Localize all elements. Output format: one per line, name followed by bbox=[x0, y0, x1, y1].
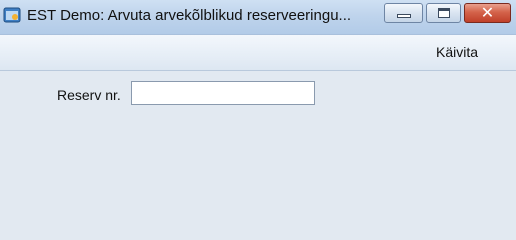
reserv-nr-input[interactable] bbox=[131, 81, 315, 105]
run-button[interactable]: Käivita bbox=[436, 44, 478, 60]
maximize-button[interactable] bbox=[426, 3, 461, 23]
reserv-nr-label: Reserv nr. bbox=[57, 87, 121, 103]
close-button[interactable]: ✕ bbox=[464, 3, 511, 23]
close-icon: ✕ bbox=[480, 3, 495, 22]
app-window-icon bbox=[3, 6, 21, 24]
title-bar: EST Demo: Arvuta arvekõlblikud reserveer… bbox=[0, 0, 516, 35]
minimize-icon bbox=[397, 14, 411, 18]
maximize-icon bbox=[438, 8, 450, 18]
toolbar: Käivita bbox=[0, 35, 516, 71]
window-title: EST Demo: Arvuta arvekõlblikud reserveer… bbox=[27, 7, 352, 24]
minimize-button[interactable] bbox=[384, 3, 423, 23]
